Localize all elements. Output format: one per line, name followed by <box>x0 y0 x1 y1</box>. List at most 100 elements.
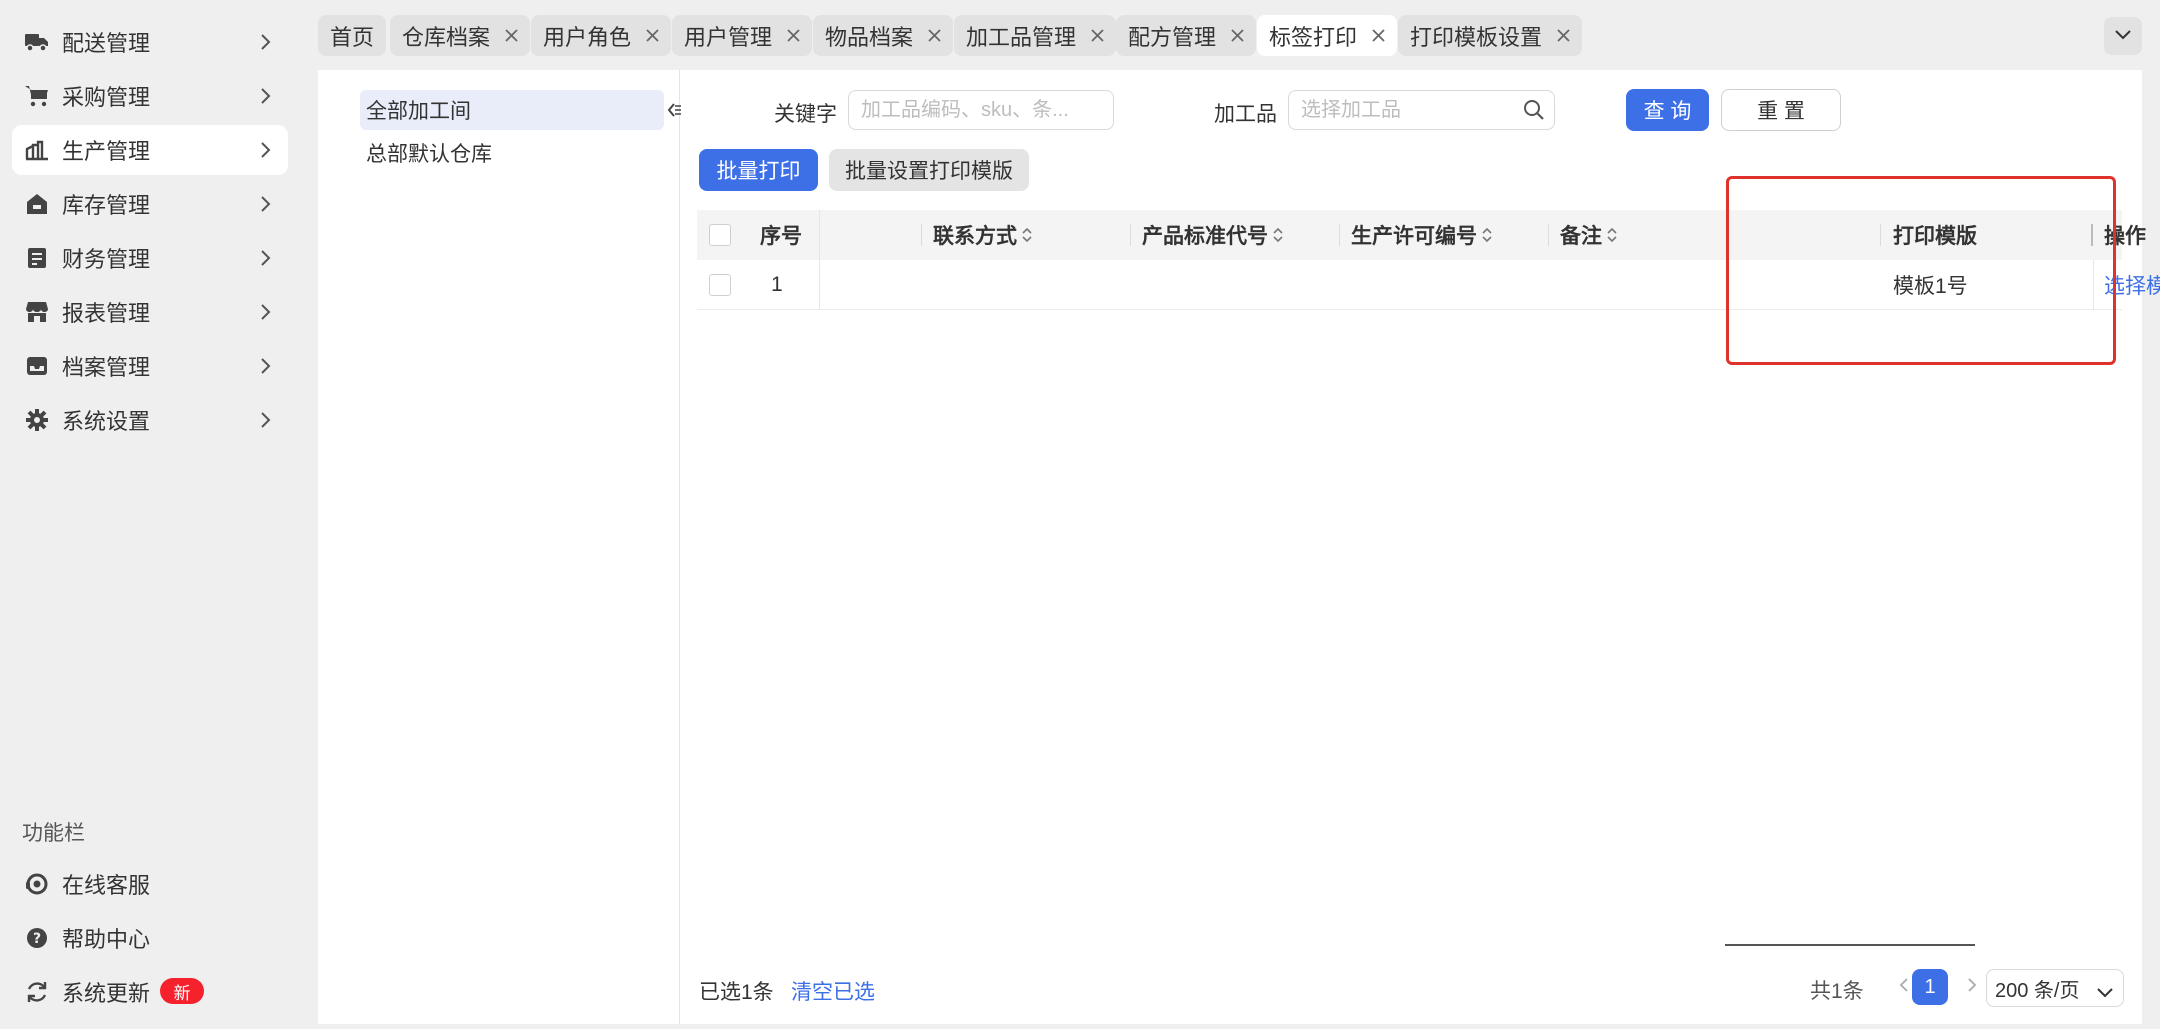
close-icon[interactable] <box>645 29 659 43</box>
sidebar-item-settings[interactable]: 系统设置 <box>12 395 288 445</box>
tab-processed-goods[interactable]: 加工品管理 <box>954 15 1117 56</box>
chevron-right-icon <box>256 32 276 52</box>
tab-home[interactable]: 首页 <box>318 15 387 56</box>
column-remark-label: 备注 <box>1560 225 1602 248</box>
column-standard-code[interactable]: 产品标准代号 <box>1142 210 1284 260</box>
sort-icon[interactable] <box>1606 225 1618 245</box>
sidebar-item-delivery[interactable]: 配送管理 <box>12 17 288 67</box>
chevron-right-icon <box>256 356 276 376</box>
tab-label: 标签打印 <box>1269 24 1358 50</box>
tab-label: 打印模板设置 <box>1410 24 1543 50</box>
tab-item-archive[interactable]: 物品档案 <box>813 15 954 56</box>
close-icon[interactable] <box>1556 29 1570 43</box>
tab-label-print[interactable]: 标签打印 <box>1257 15 1398 56</box>
cart-icon <box>24 83 50 109</box>
close-icon[interactable] <box>504 29 518 43</box>
tab-user-roles[interactable]: 用户角色 <box>531 15 672 56</box>
sidebar-item-production[interactable]: 生产管理 <box>12 125 288 175</box>
sort-icon[interactable] <box>1021 225 1033 245</box>
column-license-no[interactable]: 生产许可编号 <box>1351 210 1493 260</box>
tab-warehouse-archive[interactable]: 仓库档案 <box>390 15 531 56</box>
keyword-input[interactable] <box>848 90 1114 130</box>
function-bar-title: 功能栏 <box>22 822 85 845</box>
close-icon[interactable] <box>927 29 941 43</box>
keyword-label: 关键字 <box>774 103 837 126</box>
batch-set-template-button[interactable]: 批量设置打印模版 <box>829 149 1029 191</box>
chevron-left-icon <box>1899 976 1909 999</box>
sort-icon[interactable] <box>1272 225 1284 245</box>
gear-icon <box>24 407 50 433</box>
sidebar-item-label: 配送管理 <box>62 31 151 56</box>
close-icon[interactable] <box>786 29 800 43</box>
sidebar-item-label: 财务管理 <box>62 247 151 272</box>
tab-recipe-management[interactable]: 配方管理 <box>1116 15 1257 56</box>
tab-user-management[interactable]: 用户管理 <box>672 15 813 56</box>
column-remark[interactable]: 备注 <box>1560 210 1618 260</box>
sidebar-item-archives[interactable]: 档案管理 <box>12 341 288 391</box>
tree-item-default-warehouse[interactable]: 总部默认仓库 <box>360 133 664 173</box>
product-select-input[interactable] <box>1288 90 1555 130</box>
column-separator <box>921 224 922 246</box>
sidebar-item-label: 生产管理 <box>62 139 151 164</box>
online-support[interactable]: 在线客服 <box>12 859 288 909</box>
select-all-checkbox-cell[interactable] <box>709 210 731 260</box>
online-support-label: 在线客服 <box>62 873 151 898</box>
finance-icon <box>24 245 50 271</box>
sidebar-item-reports[interactable]: 报表管理 <box>12 287 288 337</box>
tab-label: 用户角色 <box>543 24 632 50</box>
tab-label: 用户管理 <box>684 24 773 50</box>
next-page-button[interactable] <box>1954 969 1990 1005</box>
row-checkbox-cell[interactable] <box>709 260 731 310</box>
sidebar-item-finance[interactable]: 财务管理 <box>12 233 288 283</box>
row-index: 1 <box>771 273 783 296</box>
clear-selected-link[interactable]: 清空已选 <box>791 976 875 1006</box>
close-icon[interactable] <box>1230 29 1244 43</box>
sidebar-item-purchase[interactable]: 采购管理 <box>12 71 288 121</box>
tab-label: 配方管理 <box>1128 24 1217 50</box>
collapse-icon[interactable] <box>666 100 682 120</box>
reset-button[interactable]: 重 置 <box>1721 89 1841 131</box>
warehouse-icon <box>24 191 50 217</box>
production-icon <box>24 137 50 163</box>
row-checkbox[interactable] <box>709 274 731 296</box>
column-separator <box>1130 224 1131 246</box>
truck-icon <box>24 29 50 55</box>
select-all-checkbox[interactable] <box>709 224 731 246</box>
column-license-no-label: 生产许可编号 <box>1351 225 1477 248</box>
tab-label: 加工品管理 <box>966 24 1077 50</box>
column-contact[interactable]: 联系方式 <box>933 210 1033 260</box>
highlight-annotation-box <box>1726 176 2116 365</box>
tab-label: 首页 <box>330 24 375 50</box>
tabs-dropdown-button[interactable] <box>2104 17 2142 55</box>
sort-icon[interactable] <box>1481 225 1493 245</box>
tab-label: 物品档案 <box>825 24 914 50</box>
batch-print-button[interactable]: 批量打印 <box>699 149 818 191</box>
chevron-right-icon <box>256 140 276 160</box>
workshop-tree: 全部加工间 总部默认仓库 <box>318 70 682 1024</box>
system-update-label: 系统更新 <box>62 981 151 1006</box>
sidebar-item-inventory[interactable]: 库存管理 <box>12 179 288 229</box>
inbox-icon <box>24 353 50 379</box>
chevron-right-icon <box>1967 976 1977 999</box>
sidebar-item-label: 采购管理 <box>62 85 151 110</box>
tree-item-label: 全部加工间 <box>366 100 471 123</box>
refresh-icon <box>24 979 50 1005</box>
close-icon[interactable] <box>1090 29 1104 43</box>
system-update[interactable]: 系统更新 <box>12 967 288 1017</box>
horizontal-scrollbar[interactable] <box>1725 944 1975 946</box>
page-size-select[interactable]: 200 条/页 <box>1986 969 2124 1007</box>
tab-label: 仓库档案 <box>402 24 491 50</box>
support-icon <box>24 871 50 897</box>
close-icon[interactable] <box>1371 29 1385 43</box>
page-button-current[interactable]: 1 <box>1912 969 1948 1005</box>
column-separator <box>1339 224 1340 246</box>
search-icon[interactable] <box>1523 99 1545 121</box>
query-button[interactable]: 查 询 <box>1626 89 1709 131</box>
help-center[interactable]: ? 帮助中心 <box>12 913 288 963</box>
sidebar: 配送管理 采购管理 生产管理 库存管理 财务管理 报表管理 档案管理 系统设置 … <box>0 0 300 1029</box>
tree-item-label: 总部默认仓库 <box>366 143 492 166</box>
tab-print-template-settings[interactable]: 打印模板设置 <box>1398 15 1583 56</box>
sidebar-item-label: 库存管理 <box>62 193 151 218</box>
chevron-right-icon <box>256 248 276 268</box>
tree-item-all-workshops[interactable]: 全部加工间 <box>360 90 664 130</box>
